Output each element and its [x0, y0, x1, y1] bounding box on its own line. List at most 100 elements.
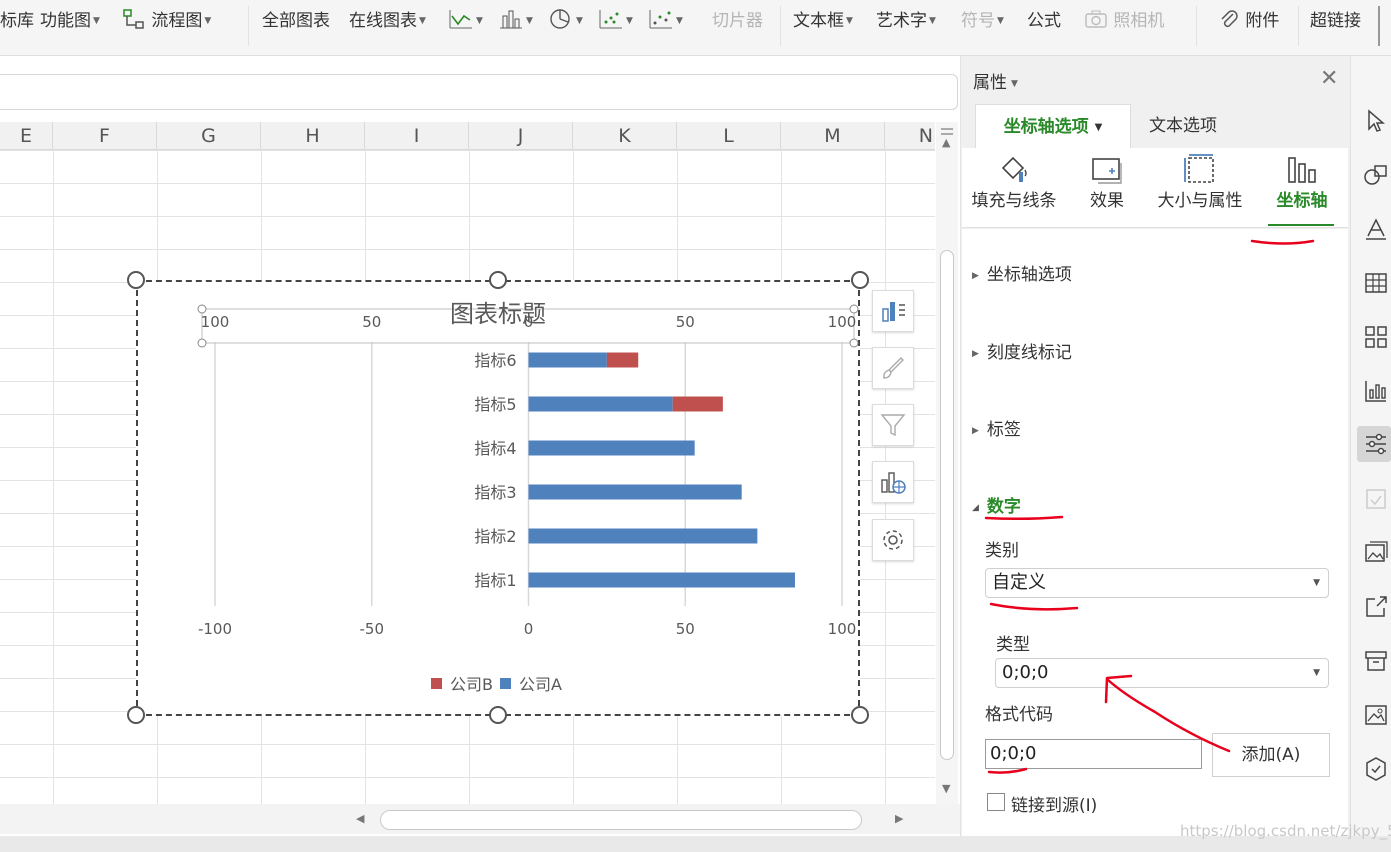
column-header[interactable]: E: [0, 122, 53, 150]
format-code-input[interactable]: 0;0;0: [985, 739, 1202, 769]
secondary-axis-tick-label: 50: [362, 313, 381, 331]
shapes-icon[interactable]: [1363, 162, 1389, 188]
column-header[interactable]: L: [677, 122, 781, 150]
subtab-size-properties[interactable]: 大小与属性: [1148, 148, 1252, 228]
vertical-scrollbar[interactable]: ▲ ▼: [936, 122, 958, 804]
ribbon-attachment[interactable]: 附件: [1218, 8, 1279, 34]
format-code-label: 格式代码: [985, 705, 1053, 725]
ribbon-all-charts[interactable]: 全部图表: [262, 8, 330, 34]
column-header[interactable]: N: [885, 122, 935, 150]
resize-handle[interactable]: [851, 271, 869, 289]
category-value: 自定义: [992, 572, 1046, 593]
scroll-right-arrow[interactable]: ▶: [895, 812, 903, 825]
caret-down-icon: ▼: [997, 16, 1004, 26]
chart-filter-button[interactable]: [872, 404, 914, 446]
column-header[interactable]: F: [53, 122, 157, 150]
scatter-chart-button[interactable]: ▼: [598, 8, 633, 34]
column-header[interactable]: M: [781, 122, 885, 150]
components-icon[interactable]: [1363, 324, 1389, 350]
ribbon-formula[interactable]: 公式: [1027, 8, 1061, 34]
properties-sliders-icon[interactable]: [1363, 431, 1389, 457]
scroll-down-arrow[interactable]: ▼: [942, 782, 950, 795]
bar-公司A: [528, 572, 795, 588]
transfer-icon[interactable]: [1363, 486, 1389, 512]
ribbon-label: 标库: [0, 11, 34, 31]
ribbon-flowchart[interactable]: 流程图 ▼: [122, 8, 211, 34]
image-gallery-icon[interactable]: [1363, 540, 1389, 566]
resize-handle[interactable]: [851, 706, 869, 724]
tab-axis-options[interactable]: 坐标轴选项 ▼: [975, 104, 1131, 148]
ribbon-label: 公式: [1027, 11, 1061, 31]
category-select[interactable]: 自定义 ▼: [985, 568, 1329, 598]
chevron-down-icon: ◢: [972, 503, 979, 513]
link-source-checkbox[interactable]: [987, 793, 1005, 811]
other-chart-button[interactable]: ▼: [648, 8, 683, 34]
subtab-axis[interactable]: 坐标轴: [1262, 148, 1342, 228]
line-chart-button[interactable]: ▼: [448, 8, 483, 34]
chart-elements-button[interactable]: [872, 290, 914, 332]
subtab-effects[interactable]: 效果: [1066, 148, 1148, 228]
section-axis-options[interactable]: ▶ 坐标轴选项: [972, 260, 1072, 285]
ribbon-separator: [248, 6, 249, 46]
add-button[interactable]: 添加(A): [1212, 733, 1330, 777]
online-chart-button[interactable]: [872, 461, 914, 503]
scroll-left-arrow[interactable]: ◀: [356, 812, 364, 825]
share-icon[interactable]: [1363, 594, 1389, 620]
horizontal-scroll-thumb[interactable]: [380, 810, 862, 830]
vertical-scroll-thumb[interactable]: [940, 250, 954, 760]
axis-resize-handle: [197, 304, 207, 314]
tab-text-options[interactable]: 文本选项: [1131, 104, 1235, 148]
column-header[interactable]: G: [157, 122, 261, 150]
chart-title: 图表标题: [450, 300, 546, 328]
ribbon-slicer[interactable]: 切片器: [712, 8, 763, 34]
column-header[interactable]: J: [469, 122, 573, 150]
resize-handle[interactable]: [127, 271, 145, 289]
ribbon-label: 在线图表: [349, 11, 417, 31]
chart-settings-button[interactable]: [872, 519, 914, 561]
cursor-icon[interactable]: [1363, 108, 1389, 134]
column-header[interactable]: K: [573, 122, 677, 150]
section-number[interactable]: ◢ 数字: [972, 492, 1021, 517]
secondary-axis-tick-label: 100: [201, 313, 230, 331]
ribbon-label: 切片器: [712, 11, 763, 31]
horizontal-scrollbar[interactable]: ◀ ▶: [0, 804, 960, 834]
subtab-fill-line[interactable]: 填充与线条: [962, 148, 1066, 228]
archive-icon[interactable]: [1363, 648, 1389, 674]
column-header[interactable]: I: [365, 122, 469, 150]
table-icon[interactable]: [1363, 270, 1389, 296]
resize-handle[interactable]: [489, 271, 507, 289]
ribbon-camera[interactable]: 照相机: [1084, 8, 1164, 34]
category-label: 指标5: [474, 395, 516, 414]
section-labels[interactable]: ▶ 标签: [972, 415, 1021, 440]
ribbon-online-charts[interactable]: 在线图表 ▼: [349, 8, 426, 34]
ribbon-icon-library[interactable]: 标库: [0, 8, 34, 34]
pane-title-text: 属性: [973, 73, 1007, 93]
resize-handle[interactable]: [127, 706, 145, 724]
picture-icon[interactable]: [1363, 702, 1389, 728]
bar-chart-button[interactable]: ▼: [498, 8, 533, 34]
resize-handle[interactable]: [489, 706, 507, 724]
section-tick-marks[interactable]: ▶ 刻度线标记: [972, 338, 1072, 363]
pane-title[interactable]: 属性 ▼: [973, 68, 1018, 93]
primary-axis-tick-label: -100: [198, 620, 232, 638]
pie-chart-button[interactable]: ▼: [548, 8, 583, 34]
chart-icon[interactable]: [1363, 378, 1389, 404]
wordart-icon[interactable]: [1363, 216, 1389, 242]
gear-icon: [883, 530, 903, 550]
chart-plot[interactable]: 100 50 0 50 100图表标题-100 -50 0 50 100指标1指标2指标3指标4…: [136, 280, 860, 716]
ribbon-hyperlink[interactable]: 超链接: [1310, 8, 1361, 34]
close-icon[interactable]: ✕: [1320, 66, 1338, 91]
type-select[interactable]: 0;0;0 ▼: [995, 658, 1329, 688]
ribbon-function-chart[interactable]: 功能图 ▼: [40, 8, 100, 34]
formula-bar[interactable]: [0, 74, 958, 110]
ribbon-label: 符号: [961, 11, 995, 31]
chart-style-button[interactable]: [872, 347, 914, 389]
ribbon-wordart[interactable]: 艺术字 ▼: [876, 8, 936, 34]
subtab-label: 填充与线条: [971, 191, 1057, 211]
badge-icon[interactable]: [1363, 756, 1389, 782]
ribbon-symbol[interactable]: 符号 ▼: [961, 8, 1004, 34]
column-header[interactable]: H: [261, 122, 365, 150]
scroll-up-arrow[interactable]: ▲: [942, 136, 950, 149]
caret-down-icon: ▼: [93, 16, 100, 26]
ribbon-textbox[interactable]: 文本框 ▼: [793, 8, 853, 34]
